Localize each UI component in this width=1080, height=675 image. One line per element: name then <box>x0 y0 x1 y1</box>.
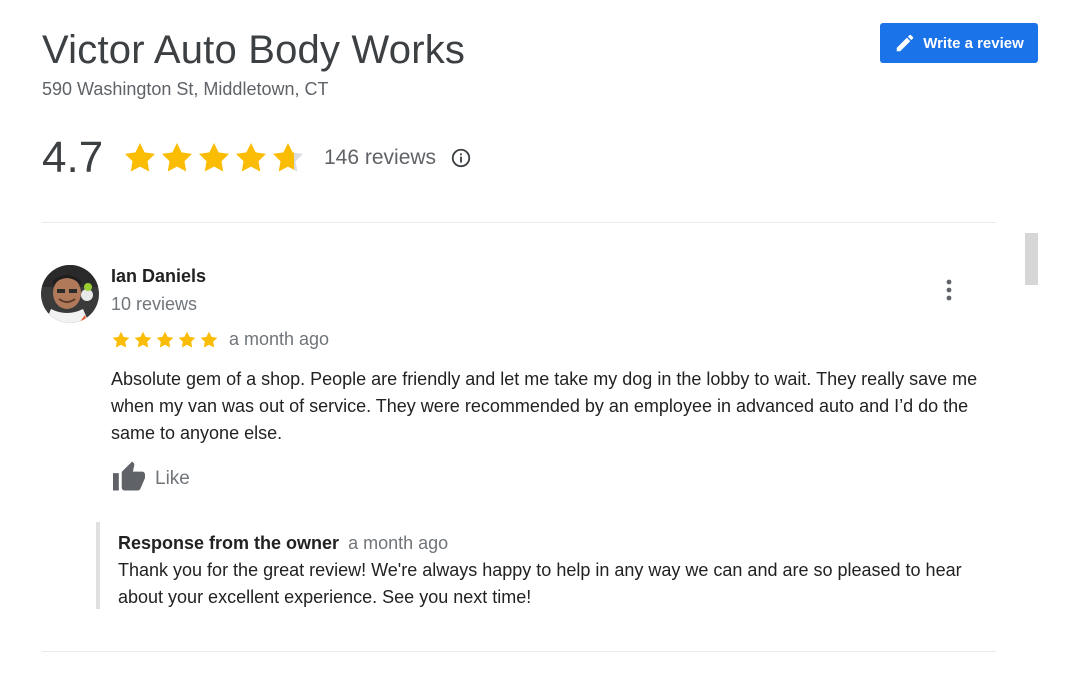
more-vert-icon[interactable] <box>938 277 960 303</box>
divider <box>42 222 996 223</box>
owner-response-text: Thank you for the great review! We're al… <box>118 560 962 607</box>
star-icon <box>199 143 229 172</box>
star-icon <box>236 143 266 172</box>
rating-value: 4.7 <box>42 133 104 182</box>
reviews-page: Victor Auto Body Works 590 Washington St… <box>0 0 1080 675</box>
review-time: a month ago <box>229 329 330 349</box>
owner-response-header: Response from the owner a month ago <box>118 532 976 555</box>
star-icon <box>134 331 152 348</box>
review-stars <box>111 330 219 350</box>
business-address: 590 Washington St, Middletown, CT <box>42 79 329 99</box>
scrollbar-thumb[interactable] <box>1025 233 1038 285</box>
like-label: Like <box>155 467 190 489</box>
star-icon <box>125 143 155 172</box>
rating-stars <box>122 140 306 176</box>
owner-response: Response from the owner a month ago Than… <box>96 522 976 609</box>
pencil-icon <box>894 32 916 54</box>
star-icon <box>178 331 196 348</box>
star-icon <box>273 143 303 172</box>
thumbs-up-icon <box>111 460 147 497</box>
avatar[interactable] <box>41 265 99 323</box>
rating-summary: 4.7 146 reviews <box>42 130 472 186</box>
divider <box>42 651 996 652</box>
owner-response-time: a month ago <box>348 533 449 553</box>
business-title: Victor Auto Body Works <box>42 28 466 72</box>
review-meta: a month ago <box>111 329 329 350</box>
like-button[interactable]: Like <box>111 460 190 497</box>
owner-response-label: Response from the owner <box>118 533 340 553</box>
star-icon <box>200 331 218 348</box>
star-icon <box>156 331 174 348</box>
reviews-count[interactable]: 146 reviews <box>324 146 436 170</box>
write-review-button[interactable]: Write a review <box>880 23 1038 63</box>
star-icon <box>112 331 130 348</box>
review-text: Absolute gem of a shop. People are frien… <box>111 369 978 443</box>
star-icon <box>162 143 192 172</box>
reviewer-name[interactable]: Ian Daniels <box>111 266 206 287</box>
info-icon[interactable] <box>450 147 472 169</box>
write-review-label: Write a review <box>923 34 1024 52</box>
reviewer-review-count: 10 reviews <box>111 294 198 314</box>
